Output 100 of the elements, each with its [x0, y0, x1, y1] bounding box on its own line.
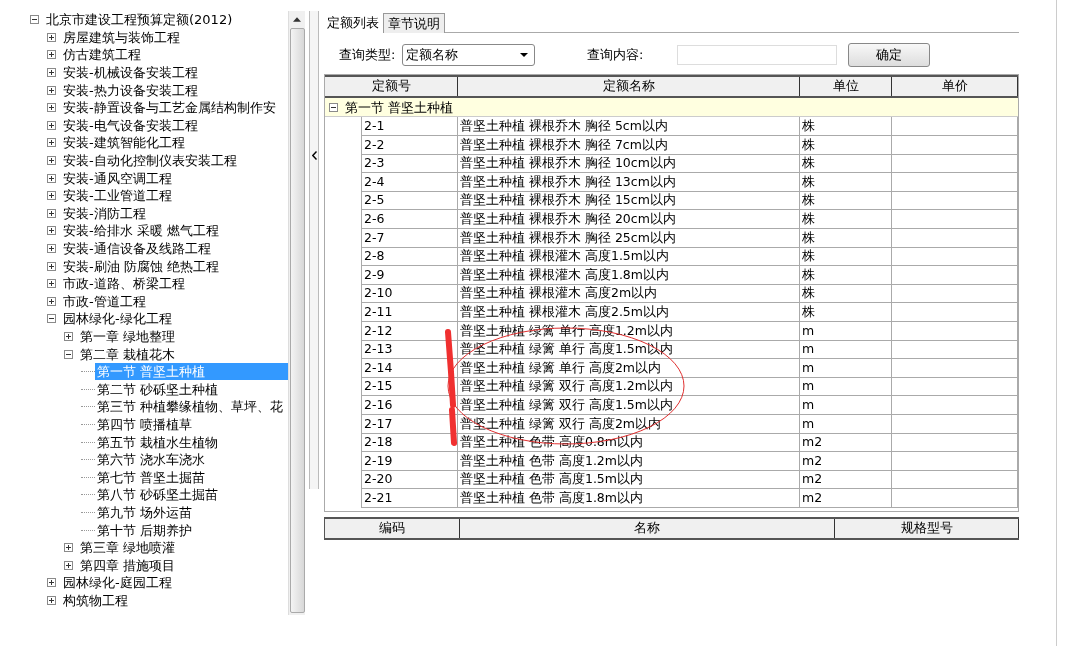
query-type-label: 查询类型: — [339, 46, 397, 64]
tree-item[interactable]: 安装-机械设备安装工程 — [61, 64, 200, 82]
expand-toggle[interactable] — [47, 578, 56, 588]
expand-toggle[interactable] — [47, 173, 56, 183]
tree-item[interactable]: 构筑物工程 — [61, 591, 130, 609]
table-cell: 普坚土种植 绿篱 双行 高度2m以内 — [458, 414, 800, 434]
table-cell: 2-5 — [361, 191, 458, 211]
expand-toggle[interactable] — [47, 595, 56, 605]
expand-toggle[interactable] — [64, 332, 73, 341]
column-header[interactable]: 定额号 — [325, 77, 458, 96]
table-cell: m — [800, 358, 892, 378]
tree-item[interactable]: 第五节 栽植水生植物 — [95, 433, 221, 451]
tree-item[interactable]: 园林绿化-庭园工程 — [61, 574, 174, 592]
table-cell: 2-13 — [361, 340, 458, 360]
expand-toggle[interactable] — [329, 102, 338, 112]
expand-toggle[interactable] — [64, 349, 73, 359]
table-cell: 2-7 — [361, 228, 458, 248]
tree-item[interactable]: 市政-道路、桥梁工程 — [61, 275, 187, 293]
table-cell: 普坚土种植 裸根灌木 高度2m以内 — [458, 284, 800, 304]
expand-toggle[interactable] — [47, 226, 56, 236]
tree-item[interactable]: 第二节 砂砾坚土种植 — [95, 380, 221, 398]
tab[interactable]: 定额列表 — [323, 13, 383, 33]
table-cell: 2-18 — [361, 433, 458, 453]
table-cell: 2-16 — [361, 395, 458, 415]
tree-item[interactable]: 第八节 砂砾坚土掘苗 — [95, 486, 221, 504]
tree-item[interactable]: 安装-通风空调工程 — [61, 169, 174, 187]
scroll-up-icon[interactable] — [293, 17, 301, 22]
tree-item[interactable]: 第七节 普坚土掘苗 — [95, 468, 208, 486]
tree-item[interactable]: 第四节 喷播植草 — [95, 415, 195, 433]
tree-item[interactable]: 安装-刷油 防腐蚀 绝热工程 — [61, 257, 221, 275]
table-cell: 2-1 — [361, 117, 458, 136]
expand-toggle[interactable] — [64, 560, 73, 570]
expand-toggle[interactable] — [47, 191, 56, 201]
table-cell: 株 — [800, 265, 892, 285]
expand-toggle[interactable] — [47, 261, 56, 271]
tree-item[interactable]: 第九节 场外运苗 — [95, 503, 195, 521]
table-cell: 普坚土种植 裸根灌木 高度1.8m以内 — [458, 265, 800, 285]
expand-toggle[interactable] — [47, 208, 56, 218]
expand-toggle[interactable] — [47, 103, 56, 113]
column-header[interactable]: 规格型号 — [835, 519, 1019, 538]
tree-item[interactable]: 安装-通信设备及线路工程 — [61, 240, 213, 257]
expand-toggle[interactable] — [47, 120, 56, 130]
tree-item[interactable]: 房屋建筑与装饰工程 — [61, 28, 182, 46]
tree-item[interactable]: 安装-热力设备安装工程 — [61, 81, 200, 99]
group-row-label[interactable]: 第一节 普坚土种植 — [345, 98, 454, 116]
expand-toggle[interactable] — [47, 244, 56, 253]
table-cell: 2-19 — [361, 451, 458, 471]
confirm-button[interactable]: 确定 — [848, 43, 930, 67]
table-cell: 普坚土种植 裸根乔木 胸径 15cm以内 — [458, 191, 800, 211]
tree-item[interactable]: 安装-自动化控制仪表安装工程 — [61, 152, 239, 170]
table-cell: 株 — [800, 209, 892, 229]
tree-item[interactable]: 安装-电气设备安装工程 — [61, 116, 200, 134]
expand-toggle[interactable] — [47, 32, 56, 42]
query-type-dropdown[interactable]: 定额名称 — [402, 44, 535, 66]
query-input-field[interactable] — [677, 45, 837, 65]
tree-item[interactable]: 市政-管道工程 — [61, 292, 148, 310]
expand-toggle[interactable] — [47, 68, 56, 78]
expand-toggle[interactable] — [47, 138, 56, 148]
column-header[interactable]: 定额名称 — [458, 77, 800, 96]
tree-item[interactable]: 安装-静置设备与工艺金属结构制作安 — [61, 99, 278, 117]
expand-toggle[interactable] — [47, 279, 56, 289]
expand-toggle[interactable] — [64, 543, 73, 553]
tree-item[interactable]: 园林绿化-绿化工程 — [61, 310, 174, 328]
expand-toggle[interactable] — [47, 314, 56, 324]
table-cell: 2-3 — [361, 154, 458, 174]
tree-item[interactable]: 安装-给排水 采暖 燃气工程 — [61, 222, 221, 240]
column-header[interactable]: 编码 — [325, 519, 460, 538]
table-cell: 株 — [800, 117, 892, 136]
tree-item[interactable]: 安装-工业管道工程 — [61, 187, 174, 205]
table-cell: 2-17 — [361, 414, 458, 434]
tree-item[interactable]: 北京市建设工程预算定额(2012) — [44, 11, 235, 29]
tree-item[interactable]: 第十节 后期养护 — [95, 521, 195, 539]
expand-toggle[interactable] — [30, 15, 39, 25]
column-header[interactable]: 单位 — [800, 77, 892, 96]
tree-item[interactable]: 第二章 栽植花木 — [78, 345, 178, 363]
table-cell: 株 — [800, 154, 892, 174]
table-cell: 2-21 — [361, 488, 458, 508]
tree-item[interactable]: 第三章 绿地喷灌 — [78, 539, 178, 557]
table-cell: 普坚土种植 裸根乔木 胸径 7cm以内 — [458, 135, 800, 155]
expand-toggle[interactable] — [47, 85, 56, 95]
query-content-label: 查询内容: — [587, 46, 645, 64]
column-header[interactable]: 单价 — [892, 77, 1018, 96]
tree-item[interactable]: 安装-消防工程 — [61, 204, 148, 222]
tree-item[interactable]: 第六节 浇水车浇水 — [95, 451, 208, 469]
tree-item[interactable]: 第一章 绿地整理 — [78, 328, 178, 345]
tab[interactable]: 章节说明 — [383, 13, 445, 33]
tree-item[interactable]: 第三节 种植攀缘植物、草坪、花 — [95, 398, 286, 416]
expand-toggle[interactable] — [47, 156, 56, 166]
column-header[interactable]: 名称 — [460, 519, 835, 538]
tree-item[interactable]: 仿古建筑工程 — [61, 46, 143, 64]
table-cell: 株 — [800, 302, 892, 322]
tree-item[interactable]: 第四章 措施项目 — [78, 556, 178, 574]
expand-toggle[interactable] — [47, 296, 56, 306]
table-cell: 2-6 — [361, 209, 458, 229]
tree-item[interactable]: 安装-建筑智能化工程 — [61, 134, 187, 152]
table-cell: 2-14 — [361, 358, 458, 378]
table-cell: m2 — [800, 433, 892, 453]
table-cell: 株 — [800, 247, 892, 267]
expand-toggle[interactable] — [47, 50, 56, 60]
caret-icon — [520, 53, 528, 57]
